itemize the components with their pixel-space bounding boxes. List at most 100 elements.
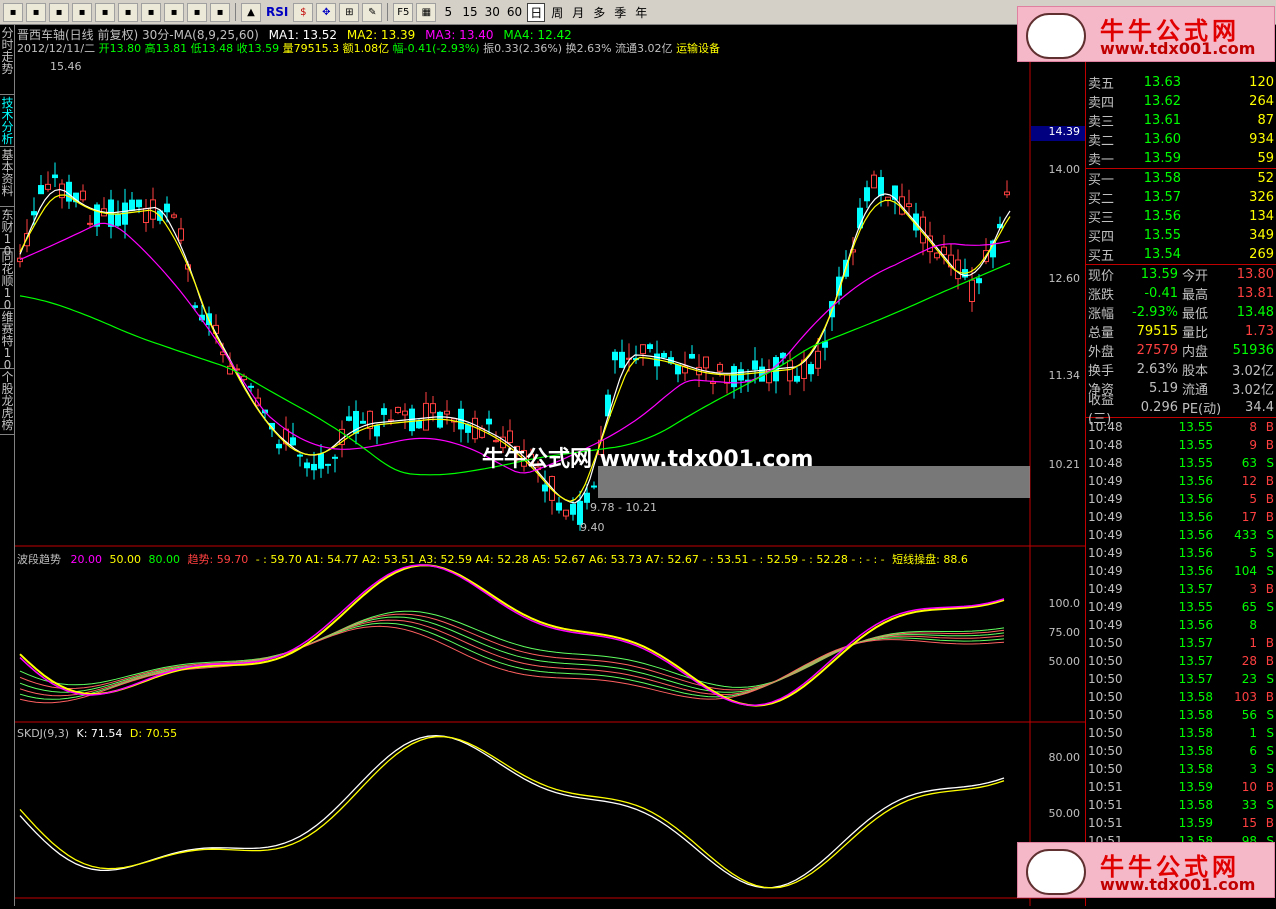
stat-label: 总量 — [1088, 326, 1115, 341]
toolbar-rsi[interactable]: RSI — [264, 3, 290, 22]
side-tab-1[interactable]: 技术分析 — [0, 95, 15, 147]
tick-list[interactable]: 10:48 13.55 8 B 10:48 13.55 9 B 10:48 13.55 63 S 10:… — [1086, 417, 1276, 850]
side-tab-2[interactable]: 基本资料 — [0, 147, 15, 207]
toolbar-arrow-icon[interactable]: ▪ — [72, 2, 92, 22]
candle-body — [640, 344, 646, 355]
tick-row[interactable]: 10:48 13.55 8 B — [1086, 418, 1276, 436]
ind1-v1: 20.00 — [70, 553, 103, 566]
side-tab-4[interactable]: 同花顺10 — [0, 249, 15, 311]
toolbar-line-icon[interactable]: ▪ — [49, 2, 69, 22]
tick-row[interactable]: 10:51 13.59 10 B — [1086, 778, 1276, 796]
toolbar-fn-icon[interactable]: ▪ — [118, 2, 138, 22]
ask-price: 13.63 — [1143, 75, 1181, 90]
toolbar-zoom-icon[interactable]: ⊞ — [339, 2, 360, 22]
ad-banner-top[interactable]: 牛牛公式网 www.tdx001.com — [1017, 6, 1275, 62]
tick-row[interactable]: 10:49 13.57 3 B — [1086, 580, 1276, 598]
side-tab-6[interactable]: 个股龙虎榜 — [0, 369, 15, 435]
tick-row[interactable]: 10:49 13.56 17 B — [1086, 508, 1276, 526]
toolbar-bar-icon[interactable]: ▪ — [95, 2, 115, 22]
toolbar-f13-icon[interactable]: ▪ — [164, 2, 184, 22]
bid-row[interactable]: 买二 13.57 326 — [1086, 188, 1276, 207]
toolbar-f5[interactable]: F5 — [393, 2, 414, 22]
period-5[interactable]: 5 — [439, 3, 457, 22]
period-tab-2[interactable]: 月 — [569, 3, 587, 22]
toolbar-search-icon[interactable]: ▪ — [210, 2, 230, 22]
bid-label: 买二 — [1088, 192, 1115, 207]
toolbar-f10-icon[interactable]: ▪ — [141, 2, 161, 22]
toolbar-grid-icon[interactable]: ▪ — [3, 2, 23, 22]
bid-price: 13.54 — [1143, 247, 1181, 262]
tick-row[interactable]: 10:49 13.56 5 B — [1086, 490, 1276, 508]
ask-row[interactable]: 卖五 13.63 120 — [1086, 73, 1276, 92]
ask-row[interactable]: 卖三 13.61 87 — [1086, 111, 1276, 130]
candle-body — [94, 204, 100, 227]
trend-band — [19, 613, 1005, 691]
toolbar-fn2-icon[interactable]: ▪ — [187, 2, 207, 22]
tick-row[interactable]: 10:49 13.56 8 — [1086, 616, 1276, 634]
tick-row[interactable]: 10:50 13.57 28 B — [1086, 652, 1276, 670]
toolbar-chart-icon[interactable]: ▲ — [241, 2, 261, 22]
tick-vol: 5 — [1249, 492, 1257, 506]
toolbar-list-icon[interactable]: ▪ — [26, 2, 46, 22]
tick-price: 13.55 — [1178, 456, 1213, 470]
tick-dir: S — [1266, 456, 1274, 470]
price-axis-label: 11.34 — [1049, 369, 1081, 382]
side-tab-5[interactable]: 维赛特10 — [0, 309, 15, 371]
candle-body — [878, 177, 884, 196]
tick-row[interactable]: 10:50 13.58 56 S — [1086, 706, 1276, 724]
bar-sector[interactable]: 运输设备 — [676, 42, 720, 55]
candle-body — [248, 385, 254, 388]
period-tab-5[interactable]: 年 — [632, 3, 650, 22]
bid-row[interactable]: 买一 13.58 52 — [1086, 169, 1276, 188]
bar-low: 低13.48 — [190, 42, 234, 55]
stat-value: 27579 — [1136, 343, 1178, 358]
side-tab-3[interactable]: 东财10 — [0, 207, 15, 257]
ask-row[interactable]: 卖一 13.59 59 — [1086, 149, 1276, 168]
stat-row: 收益(三) 0.296 PE(动) 34.4 — [1086, 393, 1276, 427]
tick-price: 13.57 — [1178, 654, 1213, 668]
tick-row[interactable]: 10:50 13.57 23 S — [1086, 670, 1276, 688]
ask-row[interactable]: 卖四 13.62 264 — [1086, 92, 1276, 111]
tick-price: 13.55 — [1178, 438, 1213, 452]
toolbar-move-icon[interactable]: ✥ — [316, 2, 337, 22]
toolbar-s-icon[interactable]: $ — [293, 2, 314, 22]
side-tab-0[interactable]: 分时走势 — [0, 25, 15, 95]
bid-row[interactable]: 买四 13.55 349 — [1086, 226, 1276, 245]
tick-row[interactable]: 10:51 13.59 15 B — [1086, 814, 1276, 832]
stat-row: 总量 79515 量比 1.73 — [1086, 322, 1276, 341]
period-tab-0[interactable]: 日 — [527, 2, 546, 22]
ind1-axis: 100.0 — [1049, 597, 1081, 610]
bid-row[interactable]: 买三 13.56 134 — [1086, 207, 1276, 226]
ind2-name[interactable]: SKDJ(9,3) — [17, 727, 69, 740]
tick-row[interactable]: 10:50 13.58 6 S — [1086, 742, 1276, 760]
period-30[interactable]: 30 — [483, 3, 502, 22]
tick-row[interactable]: 10:50 13.58 1 S — [1086, 724, 1276, 742]
tick-row[interactable]: 10:49 13.56 104 S — [1086, 562, 1276, 580]
tick-row[interactable]: 10:49 13.56 433 S — [1086, 526, 1276, 544]
period-60[interactable]: 60 — [505, 3, 524, 22]
tick-row[interactable]: 10:48 13.55 63 S — [1086, 454, 1276, 472]
tick-row[interactable]: 10:49 13.55 65 S — [1086, 598, 1276, 616]
toolbar-pen-icon[interactable]: ✎ — [362, 2, 383, 22]
candle-body — [556, 502, 562, 511]
period-15[interactable]: 15 — [460, 3, 479, 22]
tick-vol: 433 — [1234, 528, 1257, 542]
tick-row[interactable]: 10:49 13.56 5 S — [1086, 544, 1276, 562]
tick-row[interactable]: 10:51 13.58 33 S — [1086, 796, 1276, 814]
period-tab-1[interactable]: 周 — [548, 3, 566, 22]
tick-row[interactable]: 10:50 13.58 3 S — [1086, 760, 1276, 778]
ask-row[interactable]: 卖二 13.60 934 — [1086, 130, 1276, 149]
period-tab-3[interactable]: 多 — [590, 3, 608, 22]
tick-dir: S — [1266, 546, 1274, 560]
tick-row[interactable]: 10:49 13.56 12 B — [1086, 472, 1276, 490]
ask-label: 卖一 — [1088, 153, 1115, 168]
ad-banner-bottom[interactable]: 牛牛公式网 www.tdx001.com — [1017, 842, 1275, 898]
tick-time: 10:49 — [1088, 546, 1123, 560]
tick-row[interactable]: 10:50 13.57 1 B — [1086, 634, 1276, 652]
bid-row[interactable]: 买五 13.54 269 — [1086, 245, 1276, 264]
tick-row[interactable]: 10:50 13.58 103 B — [1086, 688, 1276, 706]
period-tab-4[interactable]: 季 — [611, 3, 629, 22]
toolbar-grid-icon[interactable]: ▦ — [416, 2, 437, 22]
ind1-name[interactable]: 波段趋势 — [17, 553, 61, 566]
tick-row[interactable]: 10:48 13.55 9 B — [1086, 436, 1276, 454]
